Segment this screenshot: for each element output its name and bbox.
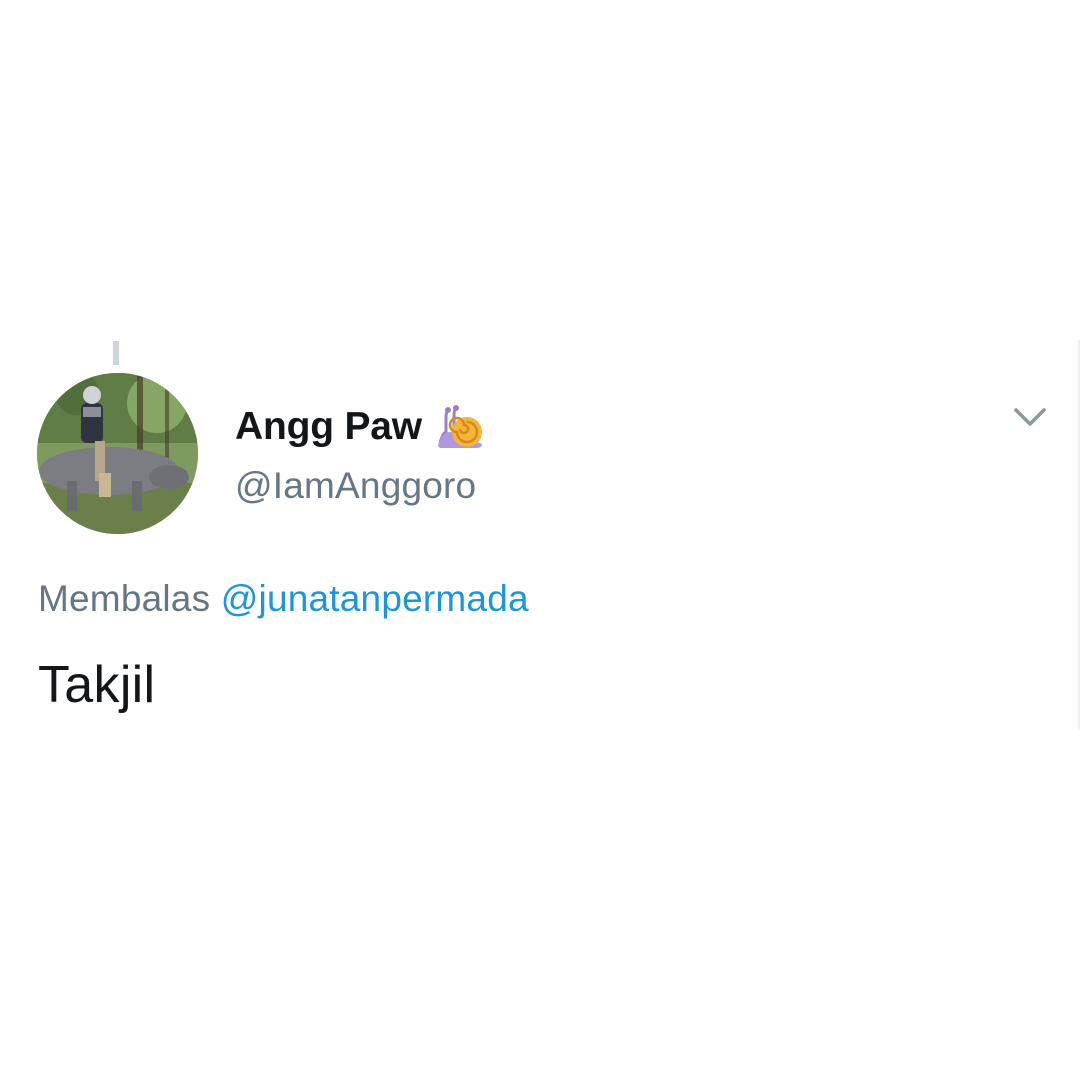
snail-icon bbox=[436, 404, 486, 450]
author-handle[interactable]: @IamAnggoro bbox=[235, 465, 476, 507]
chevron-down-icon[interactable] bbox=[1010, 402, 1050, 432]
reply-context: Membalas @junatanpermada bbox=[38, 578, 529, 620]
tweet-text: Takjil bbox=[38, 656, 156, 714]
author-name-row[interactable]: Angg Paw bbox=[235, 401, 486, 453]
reply-mention-link[interactable]: @junatanpermada bbox=[221, 578, 529, 619]
avatar[interactable] bbox=[37, 373, 198, 534]
thread-connector-line bbox=[113, 341, 119, 365]
display-name[interactable]: Angg Paw bbox=[235, 405, 422, 449]
tweet-card: Angg Paw @IamAnggoro Membalas @junatanpe… bbox=[0, 0, 1080, 1080]
avatar-photo bbox=[37, 373, 198, 534]
reply-prefix: Membalas bbox=[38, 578, 211, 619]
